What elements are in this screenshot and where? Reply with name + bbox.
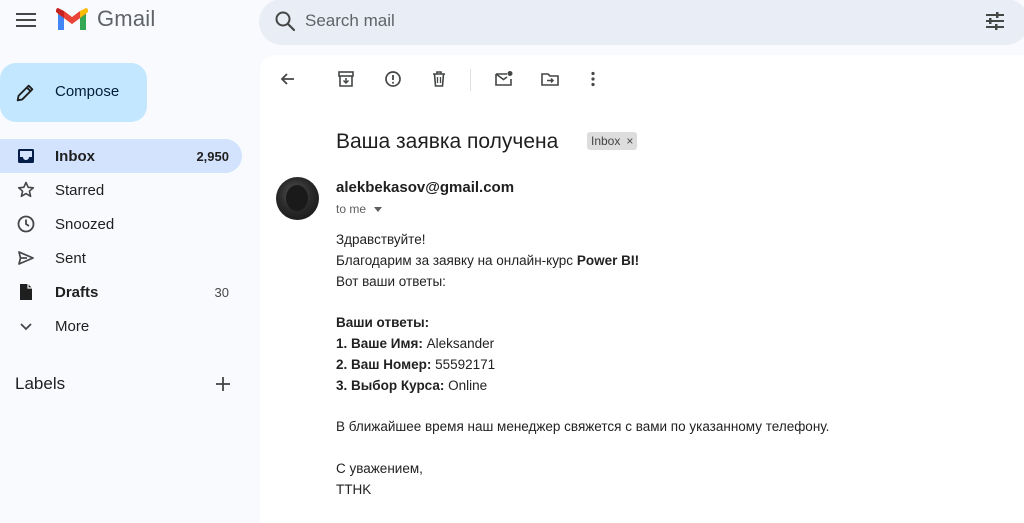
sidebar-item-label: Inbox bbox=[55, 148, 95, 165]
back-arrow-icon[interactable] bbox=[278, 69, 298, 89]
drafts-count: 30 bbox=[214, 285, 229, 300]
gmail-m-icon bbox=[56, 8, 88, 30]
top-bar: Gmail bbox=[0, 0, 1024, 45]
message-body: Здравствуйте! Благодарим за заявку на он… bbox=[336, 230, 829, 500]
send-icon bbox=[18, 251, 34, 265]
draft-icon bbox=[20, 284, 32, 300]
sidebar-item-drafts[interactable]: Drafts 30 bbox=[0, 275, 242, 309]
pencil-icon bbox=[16, 84, 34, 102]
answer-label: 3. Выбор Курса: bbox=[336, 377, 445, 393]
sidebar-nav: Inbox 2,950 Starred Snoozed Sent Drafts … bbox=[0, 139, 242, 343]
message-pane: Ваша заявка получена Inbox × alekbekasov… bbox=[260, 55, 1024, 523]
sender-avatar[interactable] bbox=[276, 177, 319, 220]
archive-icon[interactable] bbox=[336, 69, 356, 89]
sidebar-item-label: Drafts bbox=[55, 284, 99, 301]
sidebar-item-label: More bbox=[55, 318, 90, 335]
sidebar-item-snoozed[interactable]: Snoozed bbox=[0, 207, 242, 241]
sidebar-item-label: Starred bbox=[55, 182, 105, 199]
course-name: Power BI! bbox=[576, 252, 640, 268]
answer-row: 2. Ваш Номер: 55592171 bbox=[336, 355, 829, 376]
sidebar-item-label: Sent bbox=[55, 250, 86, 267]
answer-value: Aleksander bbox=[426, 335, 495, 351]
report-spam-icon[interactable] bbox=[383, 69, 403, 89]
search-input[interactable] bbox=[305, 9, 905, 33]
answer-label: 1. Ваше Имя: bbox=[336, 335, 423, 351]
answer-row: 3. Выбор Курса: Online bbox=[336, 376, 829, 397]
sidebar-item-starred[interactable]: Starred bbox=[0, 173, 242, 207]
answer-value: 55592171 bbox=[435, 356, 496, 372]
search-bar[interactable] bbox=[259, 0, 1024, 45]
body-closing: С уважением, bbox=[336, 460, 423, 476]
star-icon bbox=[17, 181, 35, 198]
compose-label: Compose bbox=[55, 83, 120, 100]
add-label-icon[interactable] bbox=[213, 374, 233, 394]
gmail-logo[interactable]: Gmail bbox=[56, 6, 155, 32]
recipient-label: to me bbox=[336, 202, 367, 216]
clock-icon bbox=[17, 215, 35, 233]
message-subject: Ваша заявка получена bbox=[336, 130, 559, 153]
chevron-down-icon bbox=[20, 323, 32, 331]
answers-title: Ваши ответы: bbox=[336, 315, 430, 331]
body-greeting: Здравствуйте! bbox=[336, 232, 426, 247]
main-menu-icon[interactable] bbox=[14, 8, 38, 32]
body-followup: В ближайшее время наш менеджер свяжется … bbox=[336, 419, 830, 435]
inbox-icon bbox=[18, 149, 34, 163]
answer-value: Online bbox=[448, 377, 488, 393]
answer-label: 2. Ваш Номер: bbox=[336, 356, 432, 372]
move-to-folder-icon[interactable] bbox=[540, 69, 560, 89]
recipient-details[interactable]: to me bbox=[336, 202, 383, 216]
search-icon[interactable] bbox=[273, 9, 297, 33]
toolbar-divider bbox=[470, 69, 471, 91]
caret-down-icon[interactable] bbox=[374, 206, 383, 212]
sidebar-item-sent[interactable]: Sent bbox=[0, 241, 242, 275]
sidebar-item-inbox[interactable]: Inbox 2,950 bbox=[0, 139, 242, 173]
sidebar-item-more[interactable]: More bbox=[0, 309, 242, 343]
body-answers-intro: Вот ваши ответы: bbox=[336, 273, 446, 289]
inbox-count: 2,950 bbox=[196, 149, 229, 164]
more-options-icon[interactable] bbox=[583, 69, 603, 89]
inbox-label-chip[interactable]: Inbox × bbox=[587, 132, 638, 150]
body-thanks: Благодарим за заявку на онлайн-курс Powe… bbox=[336, 251, 829, 272]
sidebar-item-label: Snoozed bbox=[55, 216, 115, 233]
answer-row: 1. Ваше Имя: Aleksander bbox=[336, 334, 829, 355]
search-options-icon[interactable] bbox=[983, 9, 1007, 33]
message-toolbar bbox=[260, 55, 1024, 105]
body-signature: TTHK bbox=[336, 481, 372, 497]
mark-unread-icon[interactable] bbox=[494, 69, 514, 89]
compose-button[interactable]: Compose bbox=[0, 63, 147, 122]
labels-heading: Labels bbox=[15, 374, 66, 393]
thanks-text: Благодарим за заявку на онлайн-курс bbox=[336, 252, 577, 268]
remove-label-icon[interactable]: × bbox=[626, 134, 633, 150]
chip-label: Inbox bbox=[591, 134, 621, 148]
delete-icon[interactable] bbox=[429, 69, 449, 89]
sender-email[interactable]: alekbekasov@gmail.com bbox=[336, 179, 514, 196]
app-name: Gmail bbox=[97, 6, 156, 31]
